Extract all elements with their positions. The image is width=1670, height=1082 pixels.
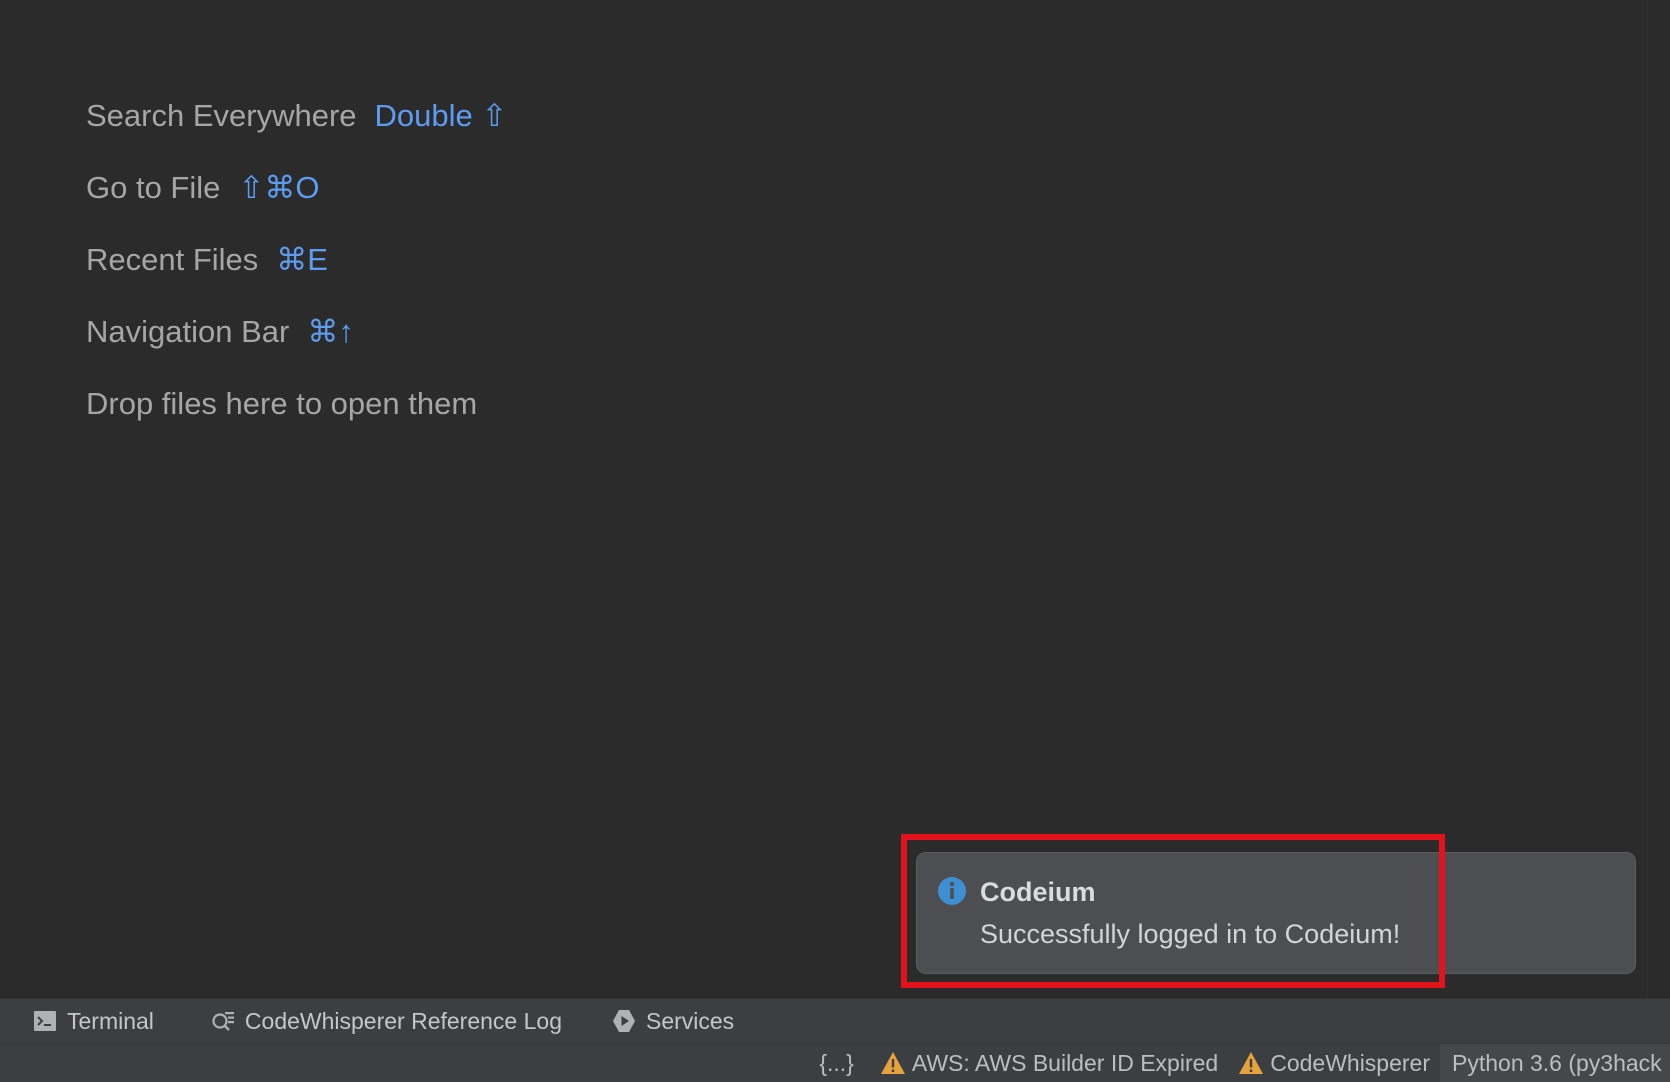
services-icon xyxy=(612,1010,635,1032)
hint-action-label: Navigation Bar xyxy=(86,314,290,349)
status-bar: {...} AWS: AWS Builder ID Expired CodeWh… xyxy=(0,1043,1670,1082)
tab-terminal[interactable]: Terminal xyxy=(0,999,154,1043)
status-braces-widget[interactable]: {...} xyxy=(809,1044,870,1082)
hint-shortcut: ⇧⌘O xyxy=(238,170,320,205)
notification-balloon[interactable]: Codeium Successfully logged in to Codeiu… xyxy=(916,852,1636,974)
hint-shortcut: ⌘↑ xyxy=(307,314,354,349)
editor-empty-area[interactable]: Search Everywhere Double ⇧ Go to File ⇧⌘… xyxy=(0,0,1658,998)
reference-log-icon xyxy=(212,1012,234,1031)
terminal-icon xyxy=(34,1011,56,1031)
empty-editor-hints: Search Everywhere Double ⇧ Go to File ⇧⌘… xyxy=(86,96,507,456)
tab-services[interactable]: Services xyxy=(562,999,734,1043)
status-aws-connection[interactable]: AWS: AWS Builder ID Expired xyxy=(870,1044,1228,1082)
notification-message: Successfully logged in to Codeium! xyxy=(980,919,1401,949)
hint-drop-files: Drop files here to open them xyxy=(86,384,507,456)
hint-action-label: Recent Files xyxy=(86,242,259,277)
tab-reference-log-label: CodeWhisperer Reference Log xyxy=(244,1007,562,1034)
hint-shortcut: Double ⇧ xyxy=(374,98,508,133)
status-python-interpreter[interactable]: Python 3.6 (py3hack xyxy=(1440,1044,1670,1082)
info-icon xyxy=(938,877,966,905)
hint-shortcut: ⌘E xyxy=(276,242,328,277)
status-codewhisperer-label: CodeWhisperer xyxy=(1270,1049,1430,1076)
hint-action-label: Drop files here to open them xyxy=(86,386,478,421)
tab-terminal-label: Terminal xyxy=(67,1007,154,1034)
hint-navigation-bar: Navigation Bar ⌘↑ xyxy=(86,312,507,384)
warning-icon xyxy=(880,1052,905,1074)
tool-window-bar: Terminal CodeWhisperer Reference Log Ser… xyxy=(0,998,1670,1043)
notification-title: Codeium xyxy=(980,877,1096,907)
hint-recent-files: Recent Files ⌘E xyxy=(86,240,507,312)
status-aws-label: AWS: AWS Builder ID Expired xyxy=(911,1049,1219,1076)
warning-icon xyxy=(1239,1052,1264,1074)
tab-services-label: Services xyxy=(645,1007,735,1034)
ide-window: Search Everywhere Double ⇧ Go to File ⇧⌘… xyxy=(0,0,1670,1082)
tab-codewhisperer-reference-log[interactable]: CodeWhisperer Reference Log xyxy=(154,999,562,1043)
hint-search-everywhere: Search Everywhere Double ⇧ xyxy=(86,96,507,168)
status-codewhisperer[interactable]: CodeWhisperer xyxy=(1228,1044,1440,1082)
editor-scrollbar[interactable] xyxy=(1647,0,1658,998)
hint-action-label: Go to File xyxy=(86,170,221,205)
hint-action-label: Search Everywhere xyxy=(86,98,357,133)
hint-go-to-file: Go to File ⇧⌘O xyxy=(86,168,507,240)
